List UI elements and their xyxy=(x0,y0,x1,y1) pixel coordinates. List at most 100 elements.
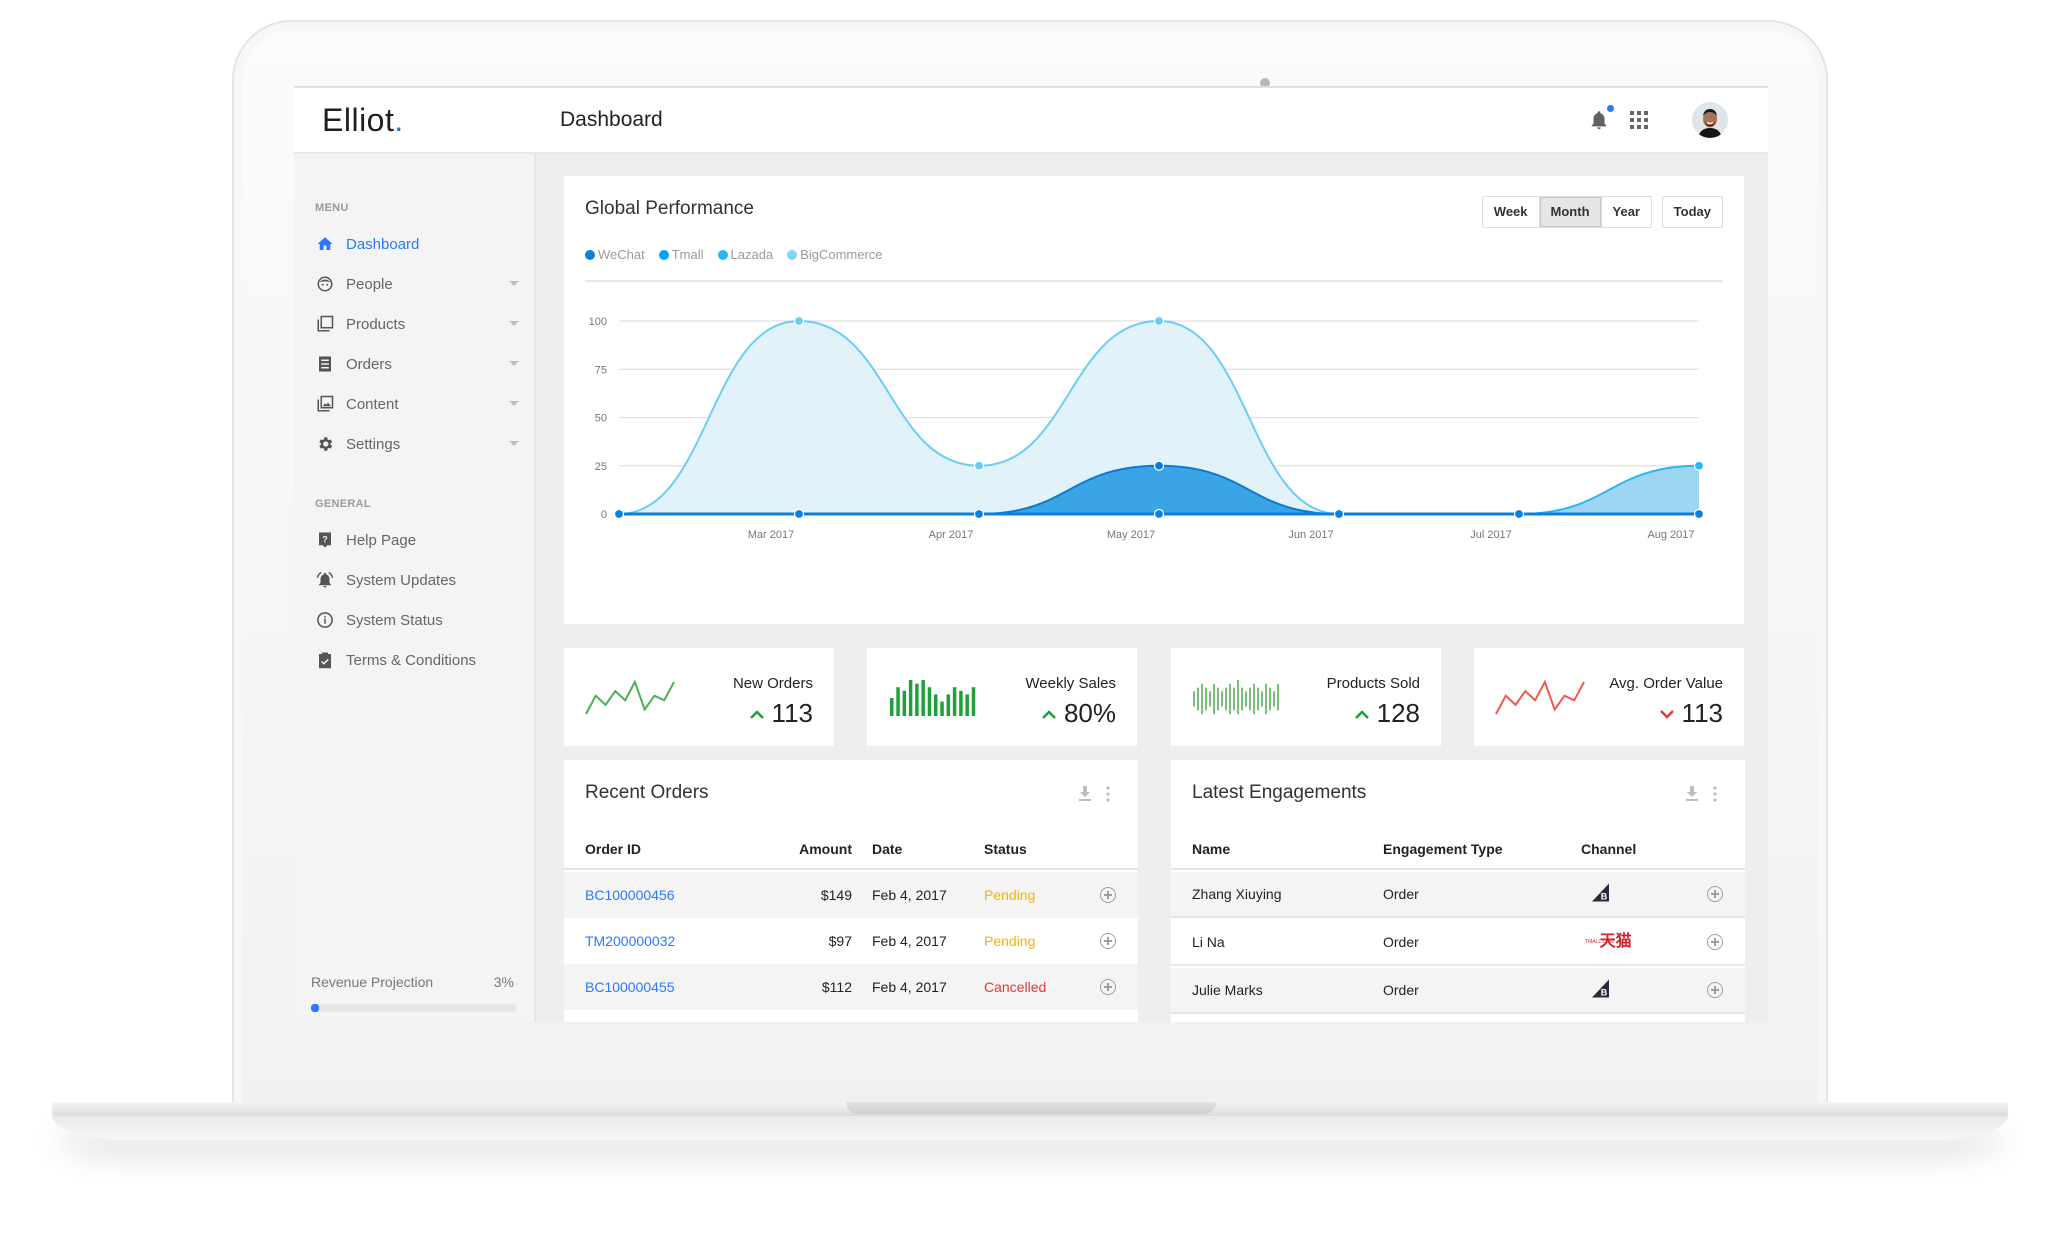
sidebar-item-label: Products xyxy=(346,315,406,333)
avg-order-value-sparkline xyxy=(1495,679,1585,715)
expand-row-icon[interactable] xyxy=(1707,934,1723,950)
user-avatar[interactable] xyxy=(1692,102,1728,138)
sidebar-item-dashboard[interactable]: Dashboard xyxy=(315,230,519,258)
column-header-channel[interactable]: Channel xyxy=(1581,841,1636,857)
column-header-date[interactable]: Date xyxy=(872,841,902,857)
spark-bar xyxy=(927,687,932,716)
sidebar-item-system-updates[interactable]: System Updates xyxy=(315,566,519,594)
sidebar: MENU Dashboard People Products Orders Co… xyxy=(294,154,536,1022)
logo-dot: . xyxy=(394,102,404,138)
x-tick-label: Apr 2017 xyxy=(929,529,974,541)
kpi-number: 113 xyxy=(1681,698,1723,728)
bell-icon xyxy=(1591,111,1607,130)
order-id-link[interactable]: TM200000032 xyxy=(585,933,675,949)
global-performance-card: Global Performance Week Month Year Today… xyxy=(564,176,1744,624)
legend-item-tmall[interactable]: Tmall xyxy=(658,247,704,262)
table-row[interactable]: BC100000456 $149 Feb 4, 2017 Pending xyxy=(564,872,1138,918)
svg-text:?: ? xyxy=(322,534,328,544)
notification-badge xyxy=(1607,105,1614,112)
help-icon: ? xyxy=(315,530,335,550)
trend-down-icon xyxy=(1659,709,1674,719)
download-icon[interactable] xyxy=(1685,786,1699,802)
expand-row-icon[interactable] xyxy=(1707,886,1723,902)
column-header-engagement-type[interactable]: Engagement Type xyxy=(1383,841,1503,857)
range-month-button[interactable]: Month xyxy=(1539,197,1602,227)
chevron-down-icon[interactable] xyxy=(509,361,519,366)
range-toggle: Week Month Year xyxy=(1481,196,1652,228)
point-wechat xyxy=(973,508,985,520)
sidebar-item-label: Settings xyxy=(346,435,401,453)
column-header-order-id[interactable]: Order ID xyxy=(585,841,641,857)
kpi-label: Products Sold xyxy=(1326,675,1420,692)
tmall-logo-icon: 天猫 TMALL.COM xyxy=(1585,934,1632,950)
order-amount: $149 xyxy=(820,887,852,903)
sidebar-item-help-page[interactable]: ? Help Page xyxy=(315,526,519,554)
more-vert-icon[interactable] xyxy=(1106,786,1110,802)
trend-up-icon xyxy=(749,709,764,719)
top-bar: Elliot. Dashboard xyxy=(294,88,1768,154)
expand-row-icon[interactable] xyxy=(1100,933,1116,949)
tmall-logo-text: 天猫 xyxy=(1599,933,1632,950)
notifications-button[interactable] xyxy=(1588,105,1614,132)
kpi-card-weekly-sales: Weekly Sales 80% xyxy=(867,648,1137,746)
legend-item-wechat[interactable]: WeChat xyxy=(585,247,645,262)
chevron-down-icon[interactable] xyxy=(509,281,519,286)
table-row[interactable]: Zhang Xiuying Order B xyxy=(1171,872,1745,918)
column-header-amount[interactable]: Amount xyxy=(799,841,852,857)
download-icon[interactable] xyxy=(1078,786,1092,802)
sidebar-item-content[interactable]: Content xyxy=(315,390,519,418)
products-sold-sparkline xyxy=(1193,680,1279,715)
laptop-base-lip xyxy=(52,1116,2008,1140)
spark-bar xyxy=(959,690,963,716)
table-row[interactable]: TM200000032 $97 Feb 4, 2017 Pending xyxy=(564,918,1138,964)
expand-row-icon[interactable] xyxy=(1100,979,1116,995)
x-tick-label: May 2017 xyxy=(1107,529,1155,541)
table-row[interactable]: Julie Marks Order B xyxy=(1171,968,1745,1014)
app-logo[interactable]: Elliot. xyxy=(322,102,404,139)
table-row[interactable]: BC100000455 $112 Feb 4, 2017 Cancelled xyxy=(564,964,1138,1010)
range-week-button[interactable]: Week xyxy=(1482,197,1540,227)
legend-item-lazada[interactable]: Lazada xyxy=(717,247,773,262)
order-date: Feb 4, 2017 xyxy=(872,933,947,949)
sparkline-path xyxy=(1495,679,1585,715)
range-year-button[interactable]: Year xyxy=(1601,197,1651,227)
bigcommerce-logo-icon: B xyxy=(1591,979,1611,1002)
expand-row-icon[interactable] xyxy=(1707,982,1723,998)
chevron-down-icon[interactable] xyxy=(509,321,519,326)
legend-item-bigcommerce[interactable]: BigCommerce xyxy=(787,247,883,262)
more-vert-icon[interactable] xyxy=(1713,786,1717,802)
sidebar-item-products[interactable]: Products xyxy=(315,310,519,338)
sidebar-item-people[interactable]: People xyxy=(315,270,519,298)
column-header-status[interactable]: Status xyxy=(984,841,1027,857)
receipt-icon xyxy=(315,354,335,374)
order-id-link[interactable]: BC100000456 xyxy=(585,887,675,903)
home-icon xyxy=(315,234,335,254)
x-tick-label: Aug 2017 xyxy=(1647,529,1694,541)
table-row[interactable]: Li Na Order 天猫 TMALL.COM xyxy=(1171,920,1745,966)
spark-bar xyxy=(965,694,969,716)
library-icon xyxy=(315,314,335,334)
engagements-header: Name Engagement Type Channel xyxy=(1171,830,1745,870)
apps-grid-icon[interactable] xyxy=(1630,111,1648,129)
y-tick-label: 0 xyxy=(601,509,607,521)
sidebar-item-settings[interactable]: Settings xyxy=(315,430,519,458)
revenue-projection-bar xyxy=(311,1004,517,1012)
today-button[interactable]: Today xyxy=(1661,196,1723,228)
sidebar-item-system-status[interactable]: System Status xyxy=(315,606,519,634)
sidebar-item-orders[interactable]: Orders xyxy=(315,350,519,378)
spark-bar xyxy=(921,680,925,716)
engagement-name: Li Na xyxy=(1192,934,1225,950)
sidebar-item-terms-conditions[interactable]: Terms & Conditions xyxy=(315,646,519,674)
chevron-down-icon[interactable] xyxy=(509,441,519,446)
x-tick-label: Jul 2017 xyxy=(1470,529,1512,541)
expand-row-icon[interactable] xyxy=(1100,887,1116,903)
kpi-number: 113 xyxy=(771,698,813,728)
column-header-name[interactable]: Name xyxy=(1192,841,1230,857)
kpi-value: 128 xyxy=(1354,698,1420,729)
chevron-down-icon xyxy=(1659,709,1674,719)
chevron-down-icon[interactable] xyxy=(509,401,519,406)
order-id-link[interactable]: BC100000455 xyxy=(585,979,675,995)
point-wechat xyxy=(1153,508,1165,520)
kpi-card-products-sold: Products Sold 128 xyxy=(1171,648,1441,746)
kpi-label: New Orders xyxy=(732,675,813,692)
